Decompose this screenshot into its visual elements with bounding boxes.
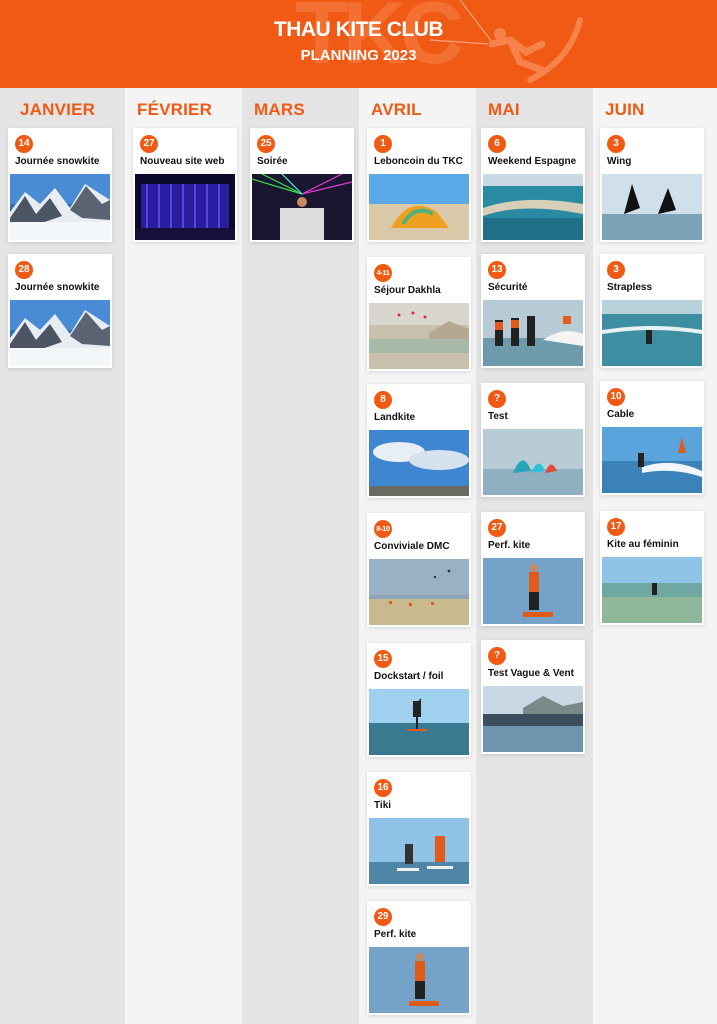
kite-on-beach-photo [369, 174, 469, 240]
event-title: Conviviale DMC [374, 541, 450, 552]
event-card[interactable]: 3 Strapless [600, 254, 704, 368]
event-card[interactable]: 8-10 Conviviale DMC [367, 513, 471, 627]
event-card[interactable]: 29 Perf. kite [367, 901, 471, 1015]
date-badge: 8 [374, 391, 392, 409]
event-card[interactable]: 17 Kite au féminin [600, 511, 704, 625]
month-label: FÉVRIER [137, 100, 213, 119]
date-badge: 8-10 [374, 520, 392, 538]
kiter-jump-photo [483, 558, 583, 624]
date-badge: ? [488, 647, 506, 665]
event-title: Leboncoin du TKC [374, 156, 463, 167]
month-label: JANVIER [20, 100, 96, 119]
stage-curtain-photo [135, 174, 235, 240]
shallow-water-photo [602, 557, 702, 623]
event-card[interactable]: ? Test Vague & Vent [481, 640, 585, 754]
date-badge: 13 [488, 261, 506, 279]
event-title: Strapless [607, 282, 653, 293]
event-title: Soirée [257, 156, 288, 167]
dj-party-photo [252, 174, 352, 240]
event-title: Journée snowkite [15, 156, 100, 167]
date-badge: 10 [607, 388, 625, 406]
date-badge: 27 [140, 135, 158, 153]
event-card[interactable]: 28 Journée snowkite [8, 254, 112, 368]
date-badge: 28 [15, 261, 33, 279]
event-title: Weekend Espagne [488, 156, 577, 167]
two-kiters-photo [369, 818, 469, 884]
snow-mountain-photo [10, 300, 110, 366]
event-title: Test Vague & Vent [488, 668, 574, 679]
date-badge: 16 [374, 779, 392, 797]
date-badge: 3 [607, 261, 625, 279]
event-card[interactable]: 27 Nouveau site web [133, 128, 237, 242]
date-badge: 17 [607, 518, 625, 536]
date-badge: 3 [607, 135, 625, 153]
event-title: Journée snowkite [15, 282, 100, 293]
event-card[interactable]: 4-11 Séjour Dakhla [367, 257, 471, 371]
event-title: Nouveau site web [140, 156, 225, 167]
wing-foil-photo [602, 174, 702, 240]
event-title: Wing [607, 156, 632, 167]
aerial-coast-photo [483, 174, 583, 240]
event-title: Cable [607, 409, 635, 420]
desert-lagoon-photo [369, 303, 469, 369]
event-card[interactable]: 25 Soirée [250, 128, 354, 242]
event-card[interactable]: 15 Dockstart / foil [367, 643, 471, 757]
event-card[interactable]: 14 Journée snowkite [8, 128, 112, 242]
date-badge: 1 [374, 135, 392, 153]
foil-rider-photo [369, 689, 469, 755]
cloudy-sky-photo [369, 430, 469, 496]
event-card[interactable]: ? Test [481, 383, 585, 497]
kitesurfer-logo [430, 0, 583, 83]
crowded-beach-photo [483, 686, 583, 752]
month-label: MARS [254, 100, 305, 119]
strapless-wave-photo [602, 300, 702, 366]
event-card[interactable]: 13 Sécurité [481, 254, 585, 368]
snow-mountain-photo [10, 174, 110, 240]
event-title: Perf. kite [488, 540, 531, 551]
group-water-photo [483, 300, 583, 366]
club-title: THAU KITE CLUB [273, 18, 444, 41]
event-card[interactable]: 1 Leboncoin du TKC [367, 128, 471, 242]
month-label: MAI [488, 100, 520, 119]
cable-ski-photo [602, 427, 702, 493]
event-card[interactable]: 3 Wing [600, 128, 704, 242]
event-title: Kite au féminin [607, 539, 679, 550]
planning-subtitle: PLANNING 2023 [300, 47, 417, 64]
event-title: Sécurité [488, 282, 528, 293]
event-title: Tiki [374, 800, 392, 811]
event-title: Landkite [374, 412, 416, 423]
date-badge: ? [488, 390, 506, 408]
date-badge: 6 [488, 135, 506, 153]
month-label: AVRIL [371, 100, 422, 119]
date-badge: 27 [488, 519, 506, 537]
event-card[interactable]: 8 Landkite [367, 384, 471, 498]
date-badge: 14 [15, 135, 33, 153]
event-card[interactable]: 6 Weekend Espagne [481, 128, 585, 242]
event-card[interactable]: 27 Perf. kite [481, 512, 585, 626]
event-title: Perf. kite [374, 929, 417, 940]
date-badge: 4-11 [374, 264, 392, 282]
event-card[interactable]: 10 Cable [600, 381, 704, 495]
month-label: JUIN [605, 100, 645, 119]
date-badge: 29 [374, 908, 392, 926]
event-title: Dockstart / foil [374, 671, 444, 682]
wing-foil-photo [483, 429, 583, 495]
beach-kites-photo [369, 559, 469, 625]
event-title: Séjour Dakhla [374, 285, 441, 296]
kiter-jump-photo [369, 947, 469, 1013]
event-card[interactable]: 16 Tiki [367, 772, 471, 886]
date-badge: 15 [374, 650, 392, 668]
page-header: TKC THAU KITE CLUB PLANNING 2023 [0, 0, 717, 88]
event-title: Test [488, 411, 508, 422]
date-badge: 25 [257, 135, 275, 153]
